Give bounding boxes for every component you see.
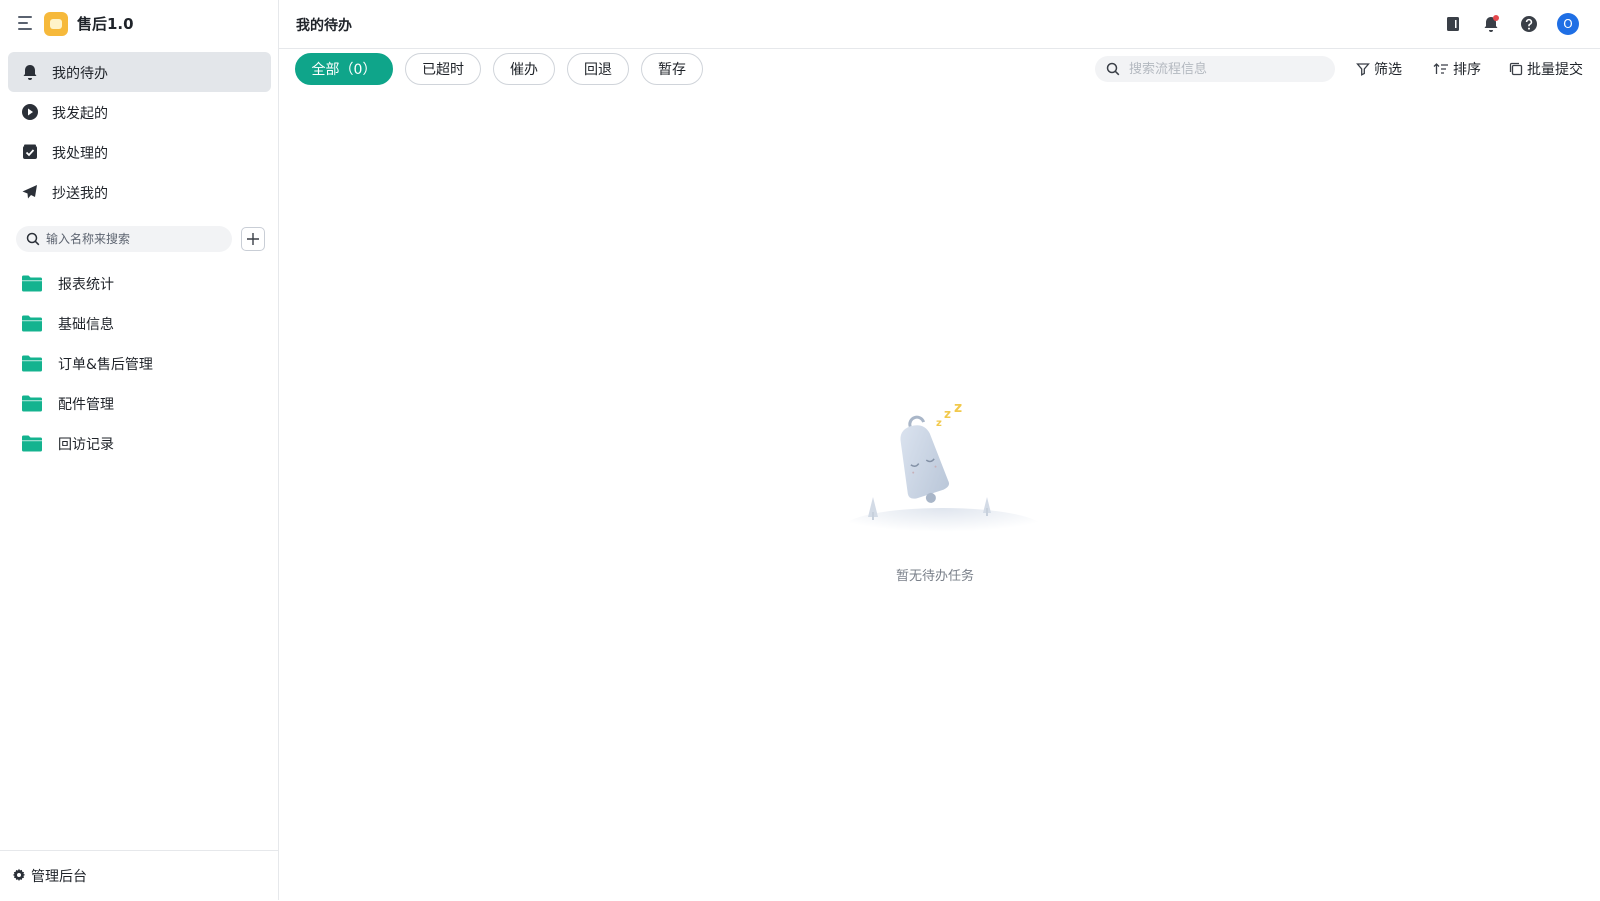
nav-item-label: 我处理的 [52, 146, 108, 162]
gear-icon [12, 868, 26, 881]
folder-item-visits[interactable]: 回访记录 [20, 428, 270, 460]
filter-label: 筛选 [1374, 62, 1402, 78]
check-box-icon [23, 144, 37, 159]
folder-label: 配件管理 [58, 397, 114, 413]
page-title: 我的待办 [296, 18, 352, 34]
svg-text:z: z [944, 407, 951, 421]
tab-draft[interactable]: 暂存 [641, 53, 703, 85]
bell-notification-icon[interactable] [1481, 14, 1501, 34]
filter-icon [1356, 63, 1370, 76]
admin-label: 管理后台 [31, 869, 87, 885]
tab-urge[interactable]: 催办 [493, 53, 555, 85]
folder-label: 回访记录 [58, 437, 114, 453]
batch-copy-icon [1509, 62, 1523, 76]
bell-icon [23, 65, 37, 80]
app-logo-icon [44, 12, 68, 36]
avatar[interactable]: O [1557, 13, 1579, 35]
add-button[interactable] [241, 227, 265, 251]
nav-item-label: 我发起的 [52, 106, 108, 122]
folder-item-reports[interactable]: 报表统计 [20, 268, 270, 300]
app-title: 售后1.0 [77, 15, 134, 33]
sidebar-search [16, 226, 232, 252]
folder-icon [22, 275, 42, 292]
folder-icon [22, 315, 42, 332]
plus-icon [247, 233, 259, 245]
header-divider [279, 48, 1600, 49]
tab-all[interactable]: 全部（0） [295, 53, 393, 85]
folder-icon [22, 435, 42, 452]
admin-console-link[interactable]: 管理后台 [0, 850, 278, 901]
menu-toggle-icon[interactable] [18, 16, 34, 30]
sleeping-bell-icon: z z z [843, 400, 1043, 548]
svg-text:z: z [936, 418, 942, 429]
sort-button[interactable]: 排序 [1433, 59, 1481, 79]
nav-item-my-todo[interactable]: 我的待办 [8, 52, 271, 92]
folder-icon [22, 395, 42, 412]
process-search-input[interactable] [1129, 56, 1324, 82]
search-icon [1106, 62, 1120, 76]
sort-label: 排序 [1453, 62, 1481, 78]
nav-item-label: 抄送我的 [52, 186, 108, 202]
svg-text:z: z [954, 400, 962, 416]
nav-item-handled[interactable]: 我处理的 [8, 132, 271, 172]
folder-label: 订单&售后管理 [58, 357, 153, 373]
tab-overdue[interactable]: 已超时 [405, 53, 481, 85]
help-icon[interactable] [1519, 14, 1539, 34]
sort-icon [1433, 63, 1448, 74]
search-icon [26, 232, 40, 246]
batch-submit-label: 批量提交 [1527, 62, 1583, 78]
nav-item-initiated[interactable]: 我发起的 [8, 92, 271, 132]
folder-item-parts[interactable]: 配件管理 [20, 388, 270, 420]
filter-button[interactable]: 筛选 [1356, 59, 1402, 79]
notification-dot [1493, 15, 1499, 21]
empty-state-text: 暂无待办任务 [895, 569, 974, 584]
notebook-icon[interactable] [1443, 14, 1463, 34]
folder-label: 基础信息 [58, 317, 114, 333]
folder-icon [22, 355, 42, 372]
tab-returned[interactable]: 回退 [567, 53, 629, 85]
batch-submit-button[interactable]: 批量提交 [1509, 59, 1583, 79]
app-header: 售后1.0 [0, 0, 278, 48]
folder-item-basic-info[interactable]: 基础信息 [20, 308, 270, 340]
nav-item-cc[interactable]: 抄送我的 [8, 172, 271, 212]
sidebar: 售后1.0 我的待办 我发起的 我处理的 抄送我的 输入名称来搜索 报表统计 基… [0, 0, 279, 900]
sidebar-search-input[interactable] [46, 226, 226, 252]
nav-item-label: 我的待办 [52, 66, 108, 82]
play-circle-icon [22, 104, 38, 120]
folder-label: 报表统计 [58, 277, 114, 293]
folder-item-orders[interactable]: 订单&售后管理 [20, 348, 270, 380]
process-search [1095, 56, 1335, 82]
send-icon [22, 185, 37, 199]
